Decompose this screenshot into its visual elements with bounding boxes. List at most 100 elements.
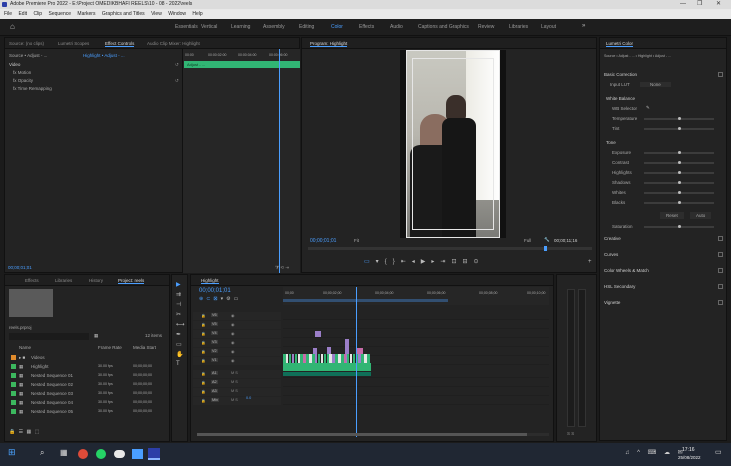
track-header[interactable]: A3 🔒 M S bbox=[193, 388, 281, 396]
task-view-icon[interactable]: ▦ bbox=[60, 448, 68, 457]
extract-button[interactable]: ⊟ bbox=[462, 259, 473, 265]
whatsapp-icon[interactable] bbox=[96, 449, 106, 459]
reset-button[interactable]: Reset bbox=[660, 212, 684, 219]
clip-purple-1[interactable] bbox=[315, 331, 321, 337]
whites-slider[interactable] bbox=[644, 191, 714, 194]
ec-motion[interactable]: fx Motion bbox=[13, 70, 31, 75]
track-lock-icon[interactable]: 🔒 bbox=[201, 349, 206, 354]
curves-toggle[interactable] bbox=[718, 252, 723, 257]
project-item-name[interactable]: Nested Sequence 05 bbox=[31, 409, 73, 414]
blacks-slider[interactable] bbox=[644, 201, 714, 204]
tab-history[interactable]: History bbox=[89, 278, 103, 283]
ws-captions[interactable]: Captions and Graphics bbox=[418, 24, 469, 30]
program-fit-select[interactable]: Fit bbox=[354, 238, 359, 243]
audio-clip[interactable] bbox=[283, 372, 371, 376]
track-visibility-icon[interactable]: ◉ bbox=[231, 322, 234, 327]
tab-lumetri-color[interactable]: Lumetri Color bbox=[606, 41, 634, 47]
mark-out-button[interactable]: } bbox=[393, 259, 401, 265]
track-header[interactable]: V2 🔒 ◉ bbox=[193, 348, 281, 356]
timeline-timecode[interactable]: 00;00;01;01 bbox=[199, 288, 231, 294]
maximize-button[interactable]: ❐ bbox=[697, 0, 702, 9]
track-lock-icon[interactable]: 🔒 bbox=[201, 371, 206, 376]
col-media-start[interactable]: Media Start bbox=[133, 345, 156, 350]
program-playhead[interactable] bbox=[544, 246, 547, 251]
wrench-icon[interactable]: ⚙ bbox=[226, 296, 233, 302]
ws-audio[interactable]: Audio bbox=[390, 24, 403, 30]
cloud-icon[interactable] bbox=[114, 450, 125, 458]
label-color-swatch[interactable] bbox=[11, 400, 16, 405]
step-back-button[interactable]: ◂ bbox=[412, 259, 421, 265]
timeline-scrollbar[interactable] bbox=[197, 433, 549, 436]
ec-timecode[interactable]: 00;00;01;01 bbox=[8, 265, 32, 270]
ws-vertical[interactable]: Vertical bbox=[201, 24, 217, 30]
tab-highlight-sequence[interactable]: Highlight bbox=[201, 278, 219, 284]
time-ruler[interactable]: 00;00 00;00;02;00 00;00;04;00 00;00;06;0… bbox=[283, 287, 549, 305]
track-lock-icon[interactable]: 🔒 bbox=[201, 398, 206, 403]
hand-tool-icon[interactable]: ✋ bbox=[176, 351, 183, 358]
adjustment-layer-clip[interactable] bbox=[283, 363, 371, 371]
slip-tool-icon[interactable]: ⟷ bbox=[176, 321, 185, 328]
ws-effects[interactable]: Effects bbox=[359, 24, 374, 30]
ec-sequence-link[interactable]: Highlight • Adjust - ... bbox=[83, 53, 125, 58]
menu-file[interactable]: File bbox=[4, 11, 12, 17]
track-lock-icon[interactable]: 🔒 bbox=[201, 313, 206, 318]
track-lock-icon[interactable]: 🔒 bbox=[201, 331, 206, 336]
track-label[interactable]: V2 bbox=[211, 349, 218, 353]
track-visibility-icon[interactable]: ◉ bbox=[231, 358, 234, 363]
razor-tool-icon[interactable]: ✂ bbox=[176, 311, 181, 318]
menu-clip[interactable]: Clip bbox=[33, 11, 42, 17]
icon-view-icon[interactable]: ▦ bbox=[27, 429, 32, 435]
project-item-name[interactable]: Nested Sequence 01 bbox=[31, 373, 73, 378]
ws-libraries[interactable]: Libraries bbox=[509, 24, 528, 30]
shadows-slider[interactable] bbox=[644, 181, 714, 184]
track-label[interactable]: V5 bbox=[211, 322, 218, 326]
creative-toggle[interactable] bbox=[718, 236, 723, 241]
track-label[interactable]: V1 bbox=[211, 358, 218, 362]
rectangle-tool-icon[interactable]: ▭ bbox=[176, 341, 182, 348]
track-visibility-icon[interactable]: ◉ bbox=[231, 331, 234, 336]
system-tray-icons[interactable]: ♫ ^ ⌨ ☁ ✉ bbox=[625, 449, 686, 456]
track-visibility-icon[interactable]: ◉ bbox=[231, 349, 234, 354]
section-creative[interactable]: Creative bbox=[604, 236, 621, 241]
section-white-balance[interactable]: White Balance bbox=[606, 96, 635, 101]
track-header[interactable]: V6 🔒 ◉ bbox=[193, 312, 281, 320]
ec-opacity[interactable]: fx Opacity bbox=[13, 78, 33, 83]
menu-window[interactable]: Window bbox=[168, 11, 186, 17]
menu-edit[interactable]: Edit bbox=[18, 11, 27, 17]
track-label[interactable]: Mix bbox=[211, 398, 219, 402]
ws-editing[interactable]: Editing bbox=[299, 24, 314, 30]
highlights-slider[interactable] bbox=[644, 171, 714, 174]
project-item-name[interactable]: Nested Sequence 04 bbox=[31, 400, 73, 405]
project-item-name[interactable]: Nested Sequence 03 bbox=[31, 391, 73, 396]
explorer-icon[interactable] bbox=[132, 449, 143, 459]
tab-effects[interactable]: Effects bbox=[25, 278, 39, 283]
track-header[interactable]: A2 🔒 M S bbox=[193, 379, 281, 387]
track-label[interactable]: A2 bbox=[211, 380, 218, 384]
eyedropper-icon[interactable]: ✎ bbox=[646, 105, 650, 111]
ec-reset-icon[interactable]: ↺ bbox=[175, 62, 179, 68]
search-icon[interactable]: ⌕ bbox=[40, 448, 44, 458]
lock-icon[interactable]: 🔒 bbox=[9, 429, 15, 435]
track-lock-icon[interactable]: 🔒 bbox=[201, 358, 206, 363]
label-color-swatch[interactable] bbox=[11, 364, 16, 369]
project-item-name[interactable]: Videos bbox=[31, 355, 45, 360]
track-mute-solo[interactable]: M S bbox=[231, 380, 238, 384]
chrome-icon[interactable] bbox=[78, 449, 88, 459]
menu-help[interactable]: Help bbox=[192, 11, 202, 17]
track-header[interactable]: V3 🔒 ◉ bbox=[193, 339, 281, 347]
tab-program[interactable]: Program: Highlight bbox=[310, 41, 348, 47]
track-header[interactable]: Mix 🔒 M S bbox=[193, 397, 281, 405]
home-icon[interactable]: ⌂ bbox=[10, 22, 15, 31]
col-name[interactable]: Name bbox=[19, 345, 31, 350]
vignette-toggle[interactable] bbox=[718, 300, 723, 305]
go-to-out-button[interactable]: ⇥ bbox=[440, 259, 451, 265]
more-workspaces-icon[interactable]: » bbox=[582, 23, 585, 29]
premiere-taskbar-icon[interactable] bbox=[148, 448, 160, 460]
section-vignette[interactable]: Vignette bbox=[604, 300, 620, 305]
track-visibility-icon[interactable]: ◉ bbox=[231, 313, 234, 318]
settings-wrench-icon[interactable]: 🔧 bbox=[544, 237, 550, 243]
menu-graphics[interactable]: Graphics and Titles bbox=[102, 11, 145, 17]
program-scrubber[interactable] bbox=[308, 246, 592, 251]
track-label[interactable]: V6 bbox=[211, 313, 218, 317]
track-header[interactable]: A1 🔒 M S bbox=[193, 370, 281, 378]
